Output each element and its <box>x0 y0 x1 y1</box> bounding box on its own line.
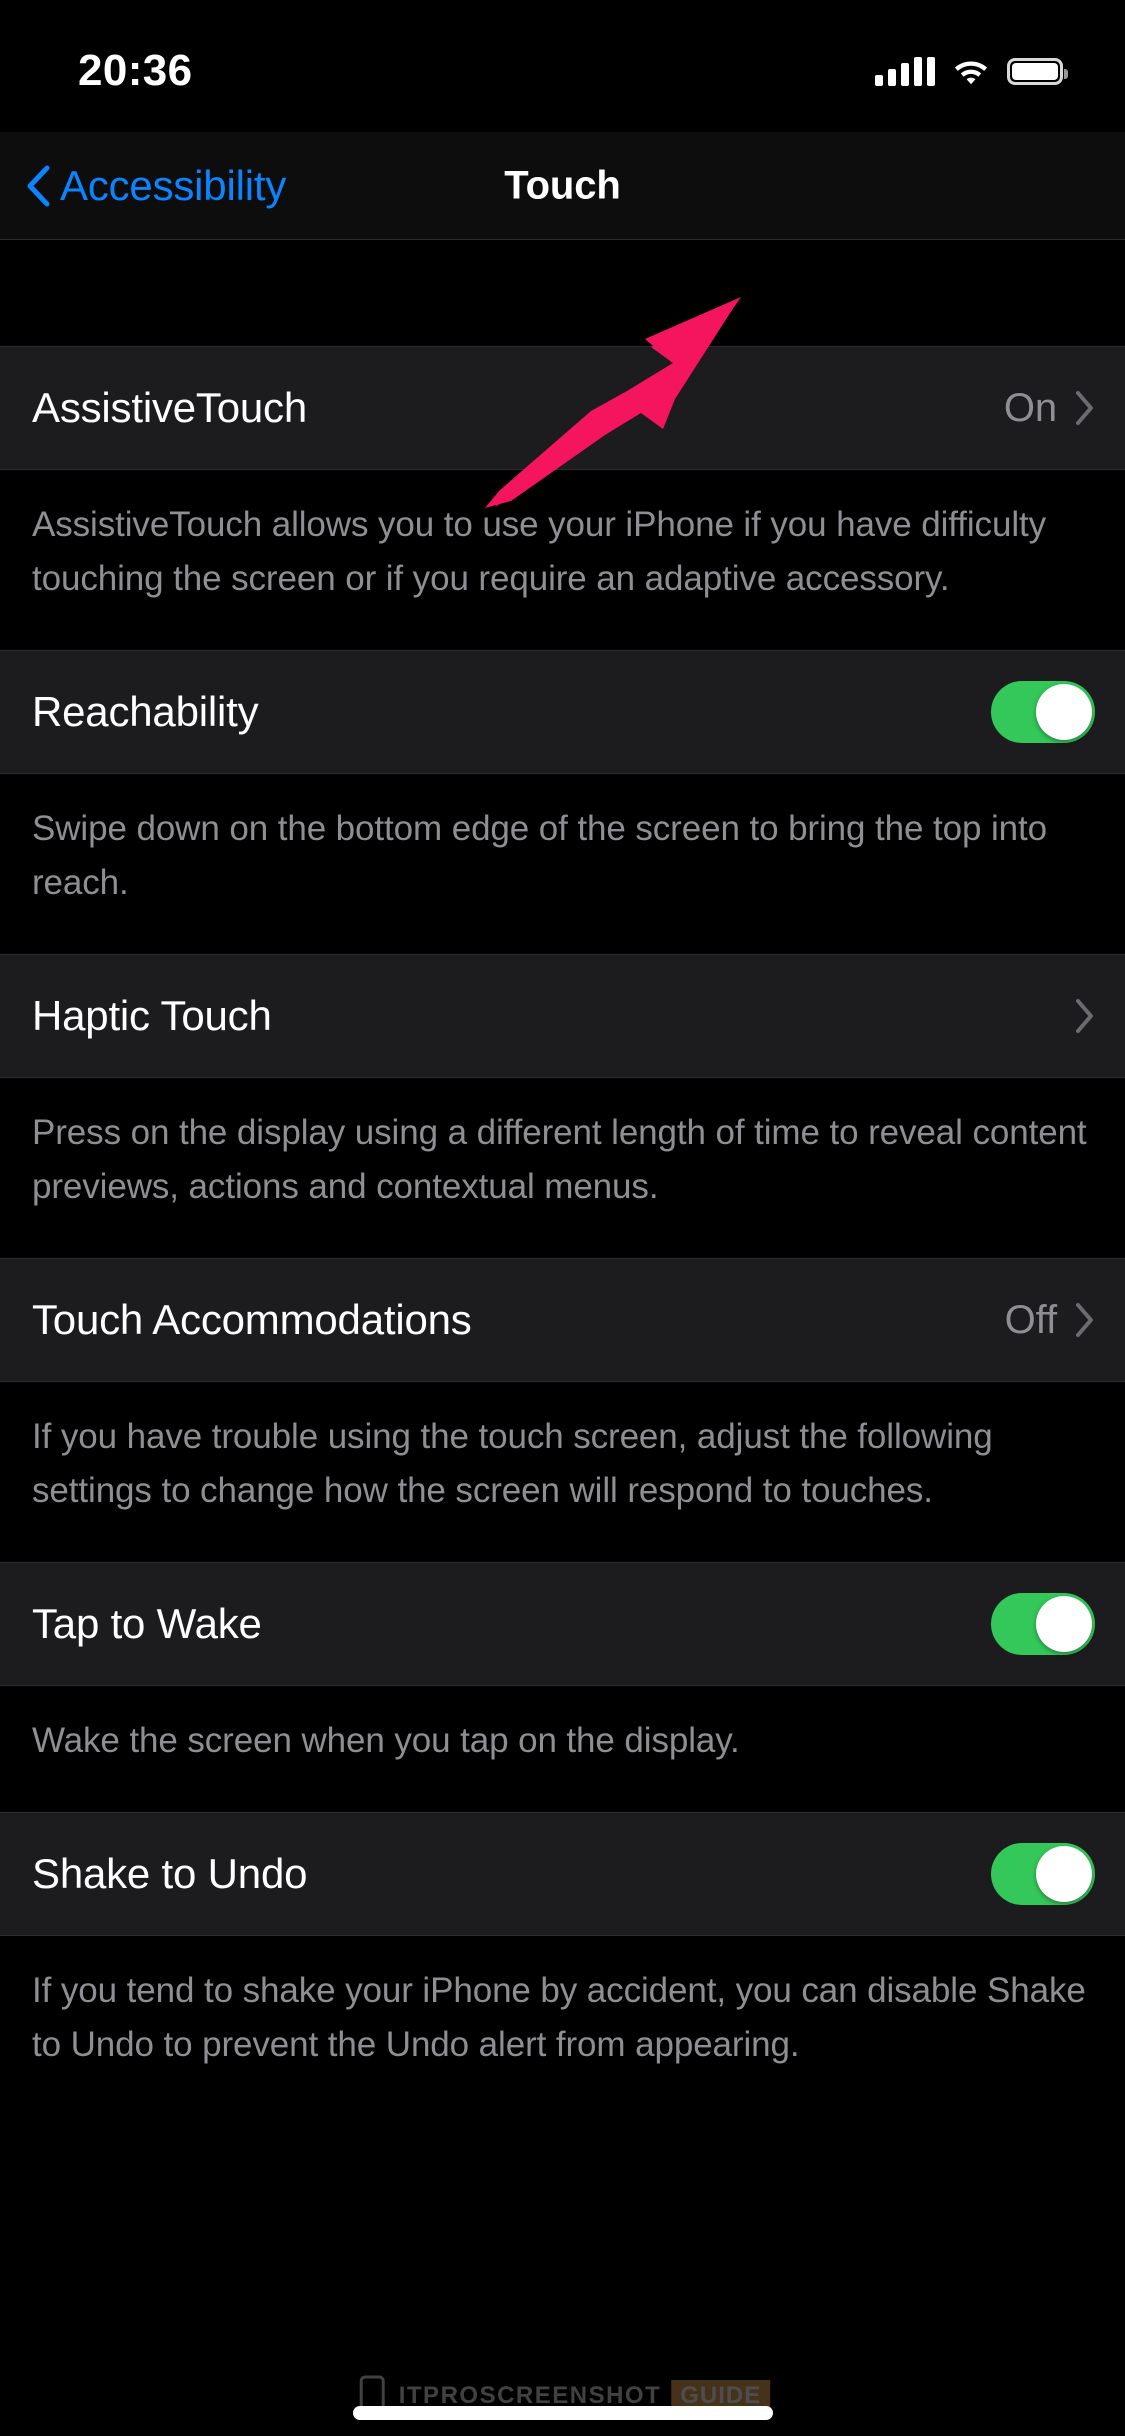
battery-full-icon <box>1007 57 1068 85</box>
list-item-shake-to-undo[interactable]: Shake to Undo <box>0 1812 1125 1936</box>
footer-shake-to-undo: If you tend to shake your iPhone by acci… <box>0 1936 1125 2102</box>
list-item-tap-to-wake[interactable]: Tap to Wake <box>0 1562 1125 1686</box>
footer-reachability: Swipe down on the bottom edge of the scr… <box>0 774 1125 954</box>
list-item-label: Tap to Wake <box>32 1600 262 1647</box>
reachability-toggle[interactable] <box>991 681 1095 743</box>
list-item-haptic-touch[interactable]: Haptic Touch <box>0 954 1125 1078</box>
toggle-knob <box>1036 1596 1092 1652</box>
toggle-knob <box>1036 1846 1092 1902</box>
wifi-icon <box>953 57 989 85</box>
cellular-signal-icon <box>875 56 935 86</box>
list-item-accessory: Off <box>1005 1298 1095 1343</box>
list-item-touch-accommodations[interactable]: Touch Accommodations Off <box>0 1258 1125 1382</box>
footer-assistivetouch: AssistiveTouch allows you to use your iP… <box>0 470 1125 650</box>
status-bar-time: 20:36 <box>78 46 193 95</box>
list-top-spacer <box>0 240 1125 346</box>
navigation-bar: Accessibility Touch <box>0 132 1125 240</box>
page-title: Touch <box>504 163 621 207</box>
list-item-accessory: On <box>1004 386 1095 431</box>
footer-haptic-touch: Press on the display using a different l… <box>0 1078 1125 1258</box>
iphone-settings-touch-screen: 20:36 Accessibility Touch AssistiveTouch… <box>0 0 1125 2436</box>
shake-to-undo-toggle[interactable] <box>991 1843 1095 1905</box>
settings-list: AssistiveTouch On AssistiveTouch allows … <box>0 240 1125 2102</box>
status-badge: Off <box>1004 1297 1057 1342</box>
list-item-reachability[interactable]: Reachability <box>0 650 1125 774</box>
list-item-accessory <box>1057 998 1095 1034</box>
chevron-right-icon <box>1075 998 1095 1034</box>
chevron-right-icon <box>1075 390 1095 426</box>
footer-touch-accommodations: If you have trouble using the touch scre… <box>0 1382 1125 1562</box>
list-item-label: Shake to Undo <box>32 1850 308 1897</box>
home-indicator[interactable] <box>352 2406 773 2420</box>
list-item-label: Touch Accommodations <box>32 1296 472 1343</box>
chevron-right-icon <box>1075 1302 1095 1338</box>
status-badge: On <box>1003 385 1057 430</box>
toggle-knob <box>1036 684 1092 740</box>
tap-to-wake-toggle[interactable] <box>991 1593 1095 1655</box>
list-item-label: Haptic Touch <box>32 992 272 1039</box>
footer-tap-to-wake: Wake the screen when you tap on the disp… <box>0 1686 1125 1812</box>
list-item-label: AssistiveTouch <box>32 384 307 431</box>
status-bar-indicators <box>875 56 1068 86</box>
list-item-label: Reachability <box>32 688 259 735</box>
status-bar: 20:36 <box>0 0 1125 132</box>
list-item-assistivetouch[interactable]: AssistiveTouch On <box>0 346 1125 470</box>
